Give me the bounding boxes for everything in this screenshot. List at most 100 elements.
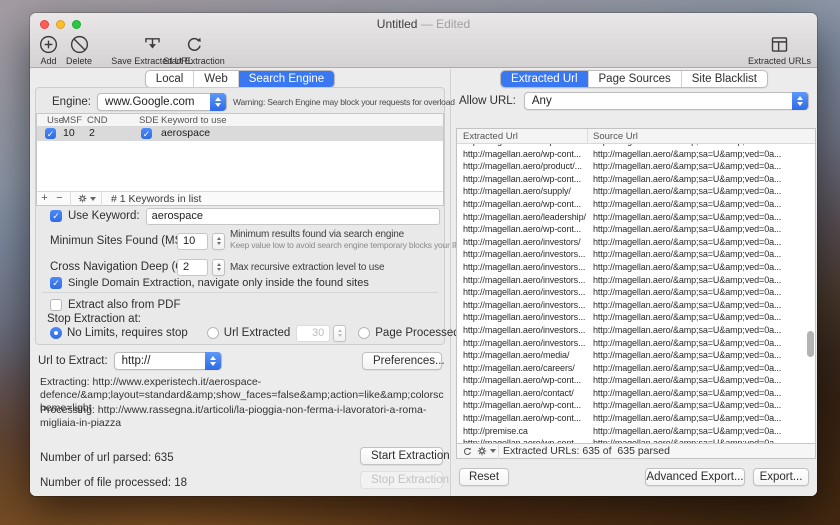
no-limits-radio[interactable] [50,327,62,339]
keyword-row[interactable]: ✓ 10 2 ✓ aerospace [37,127,443,141]
url-parsed-count: Number of url parsed: 635 [40,452,174,464]
sde-checkbox[interactable]: ✓ [141,128,152,139]
table-row[interactable]: http://magellan.aero/investors... http:/… [457,261,815,274]
source-url-cell: http://magellan.aero/&amp;sa=U&amp;ved=0… [587,299,815,312]
add-icon [38,34,59,55]
url-to-extract-select[interactable]: http:// [114,352,222,370]
page-processed-label: Page Processed [375,327,459,339]
engine-select[interactable]: www.Google.com [97,93,227,111]
allow-url-select[interactable]: Any [524,92,809,110]
gear-icon[interactable] [476,445,488,457]
source-url-cell: http://magellan.aero/&amp;sa=U&amp;ved=0… [587,399,815,412]
export-button[interactable]: Export... [753,468,809,486]
cnd-stepper[interactable] [212,259,225,276]
delete-button[interactable]: Delete [66,34,92,66]
extracted-urls-table: Extracted Url Source Url http://magellan… [456,128,816,459]
msf-stepper[interactable] [212,233,225,250]
add-button[interactable]: Add [38,34,59,66]
table-row[interactable]: http://magellan.aero/wp-cont... http://m… [457,198,815,211]
extract-pdf-label: Extract also from PDF [68,299,180,311]
extracted-url-cell: http://magellan.aero/wp-cont... [457,148,587,161]
table-row[interactable]: http://magellan.aero/investors... http:/… [457,248,815,261]
table-row[interactable]: http://magellan.aero/wp-cont... http://m… [457,148,815,161]
tab-extracted-url[interactable]: Extracted Url [501,71,588,87]
tab-site-blacklist[interactable]: Site Blacklist [682,71,767,87]
url-extracted-radio[interactable] [207,327,219,339]
app-window: Untitled — Edited Add Delete Save Extrac… [30,13,817,496]
msf-input[interactable] [177,233,208,250]
extract-pdf-checkbox[interactable] [50,299,62,311]
table-row[interactable]: http://magellan.aero/media/ http://magel… [457,349,815,362]
keywords-count-label: # 1 Keywords in list [111,193,201,205]
extracted-url-cell: http://magellan.aero/investors/ [457,236,587,249]
table-row[interactable]: http://premise.ca http://magellan.aero/&… [457,425,815,438]
use-checkbox[interactable]: ✓ [45,128,56,139]
extracted-url-cell: http://magellan.aero/investors... [457,311,587,324]
tab-search-engine[interactable]: Search Engine [239,71,334,87]
content-area: Local Web Search Engine Engine: www.Goog… [30,69,817,496]
extracted-urls-toolbar-button[interactable]: Extracted URLs [748,34,811,66]
single-domain-checkbox[interactable]: ✓ [50,277,62,289]
window-title: Untitled — Edited [30,17,817,31]
extracted-url-cell: http://magellan.aero/wp-cont... [457,437,587,443]
source-url-cell: http://magellan.aero/&amp;sa=U&amp;ved=0… [587,425,815,438]
page-processed-radio[interactable] [358,327,370,339]
add-keyword-button[interactable]: + [37,192,52,205]
extracted-url-cell: http://magellan.aero/wp-cont... [457,173,587,186]
preferences-button[interactable]: Preferences... [362,352,442,370]
table-row[interactable]: http://magellan.aero/leadership/ http://… [457,211,815,224]
table-row[interactable]: http://magellan.aero/careers/ http://mag… [457,362,815,375]
tab-web[interactable]: Web [194,71,238,87]
stop-extraction-button[interactable]: Stop Extraction [360,471,443,489]
table-row[interactable]: http://magellan.aero/wp-cont... http://m… [457,437,815,443]
cnd-input[interactable] [177,259,208,276]
source-url-cell: http://magellan.aero/&amp;sa=U&amp;ved=0… [587,248,815,261]
table-row[interactable]: http://magellan.aero/investors/ http://m… [457,236,815,249]
extraction-settings-panel: Local Web Search Engine Engine: www.Goog… [30,69,450,496]
extracted-url-cell: http://magellan.aero/wp-cont... [457,374,587,387]
engine-warning: Warning: Search Engine may block your re… [233,97,455,107]
combo-stepper-icon [210,93,226,111]
advanced-export-button[interactable]: Advanced Export... [645,468,745,486]
extracted-url-cell: http://premise.ca [457,425,587,438]
start-extraction-button[interactable]: Start Extraction [360,447,443,465]
use-keyword-input[interactable] [146,208,440,225]
table-row[interactable]: http://magellan.aero/supply/ http://mage… [457,185,815,198]
table-row[interactable]: http://magellan.aero/investors... http:/… [457,324,815,337]
keywords-table-footer: + − # 1 Keywords in list [37,191,443,205]
extracted-url-cell: http://magellan.aero/product/... [457,160,587,173]
extracted-url-cell: http://magellan.aero/investors... [457,324,587,337]
extracted-url-cell: http://magellan.aero/supply/ [457,185,587,198]
table-row[interactable]: http://magellan.aero/product/... http://… [457,160,815,173]
url-extracted-stepper[interactable] [333,325,346,342]
table-row[interactable]: http://magellan.aero/wp-cont... http://m… [457,374,815,387]
remove-keyword-button[interactable]: − [52,192,67,205]
table-row[interactable]: http://magellan.aero/contact/ http://mag… [457,387,815,400]
table-row[interactable]: http://magellan.aero/investors... http:/… [457,274,815,287]
keywords-table-empty-area [37,141,443,191]
table-row[interactable]: http://magellan.aero/investors... http:/… [457,337,815,350]
table-row[interactable]: http://magellan.aero/investors... http:/… [457,311,815,324]
delete-icon [69,34,90,55]
scrollbar-thumb[interactable] [807,331,814,357]
url-extracted-input[interactable] [296,325,330,342]
source-url-cell: http://magellan.aero/&amp;sa=U&amp;ved=0… [587,274,815,287]
no-limits-label: No Limits, requires stop [67,327,188,339]
single-domain-label: Single Domain Extraction, navigate only … [68,277,369,289]
table-row[interactable]: http://magellan.aero/wp-cont... http://m… [457,399,815,412]
table-row[interactable]: http://magellan.aero/wp-cont... http://m… [457,173,815,186]
tab-page-sources[interactable]: Page Sources [589,71,682,87]
table-row[interactable]: http://magellan.aero/wp-cont... http://m… [457,223,815,236]
keyword-actions-button[interactable] [74,193,98,204]
table-row[interactable]: http://magellan.aero/investors... http:/… [457,299,815,312]
start-extraction-toolbar-button[interactable]: Start Extraction [152,34,236,66]
tab-local[interactable]: Local [146,71,195,87]
refresh-icon[interactable] [462,446,473,457]
table-row[interactable]: http://magellan.aero/wp-cont... http://m… [457,412,815,425]
use-keyword-checkbox[interactable]: ✓ [50,210,62,222]
table-row[interactable]: http://magellan.aero/investors... http:/… [457,286,815,299]
extracted-urls-table-body[interactable]: http://magellan.aero/wp-cont... http://m… [457,144,815,443]
reset-button[interactable]: Reset [459,468,509,486]
extracted-url-cell: http://magellan.aero/leadership/ [457,211,587,224]
msf-subhint: Keep value low to avoid search engine te… [230,240,460,250]
